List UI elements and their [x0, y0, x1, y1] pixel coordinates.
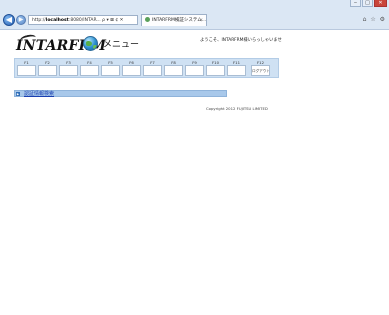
- globe-icon: [83, 36, 98, 51]
- page-title: メニュー: [103, 40, 140, 50]
- fkey-button[interactable]: [227, 65, 246, 76]
- fkey-f1: F1: [17, 60, 36, 77]
- section-header: ▶ 認証情報検索: [14, 90, 227, 97]
- fkey-button[interactable]: [80, 65, 99, 76]
- fkey-button[interactable]: [17, 65, 36, 76]
- section-arrow-icon: ▶: [16, 92, 20, 96]
- fkey-f3: F3: [59, 60, 78, 77]
- tab-close-icon[interactable]: ×: [199, 15, 203, 26]
- fkey-button[interactable]: [143, 65, 162, 76]
- forward-button[interactable]: ▶: [16, 15, 26, 25]
- logout-button[interactable]: ログアウト: [251, 65, 270, 76]
- function-key-bar: F1 F2 F3 F4 F5 F6 F7 F8 F9 F10 F11 F12 ログアウト: [14, 58, 279, 78]
- address-bar[interactable]: http://localhost:8080/INTAR... ρ ▾ ⊠ ¢ ✕: [28, 15, 138, 25]
- fkey-f11: F11: [227, 60, 246, 77]
- fkey-button[interactable]: [59, 65, 78, 76]
- fkey-f7: F7: [143, 60, 162, 77]
- browser-chrome: ‒ □ ✕ ◀ ▶ http://localhost:8080/INTAR...…: [0, 0, 389, 30]
- fkey-f2: F2: [38, 60, 57, 77]
- fkey-button[interactable]: [101, 65, 120, 76]
- fkey-f9: F9: [185, 60, 204, 77]
- address-path: :8080/INTAR... ρ ▾ ⊠ ¢ ✕: [68, 18, 124, 23]
- fkey-button[interactable]: [38, 65, 57, 76]
- tab-title: INTARFRM検証システム...: [152, 18, 207, 23]
- welcome-message: ようこそ、INTARFRM様いらっしゃいませ: [200, 38, 282, 43]
- fkey-f12: F12 ログアウト: [251, 60, 270, 77]
- close-window-button[interactable]: ✕: [374, 0, 387, 7]
- back-button[interactable]: ◀: [3, 14, 15, 26]
- address-scheme: http://: [32, 18, 46, 23]
- browser-tab[interactable]: INTARFRM検証システム... ×: [141, 14, 207, 26]
- window-controls: ‒ □ ✕: [349, 0, 387, 7]
- fkey-f8: F8: [164, 60, 183, 77]
- fkey-f6: F6: [122, 60, 141, 77]
- auth-search-link[interactable]: 認証情報検索: [24, 91, 54, 97]
- fkey-f10: F10: [206, 60, 225, 77]
- copyright-text: Copyright 2012 FUJITSU LIMITED: [206, 106, 268, 111]
- fkey-button[interactable]: [122, 65, 141, 76]
- fkey-button[interactable]: [185, 65, 204, 76]
- fkey-f5: F5: [101, 60, 120, 77]
- fkey-button[interactable]: [164, 65, 183, 76]
- maximize-button[interactable]: □: [362, 0, 373, 7]
- minimize-button[interactable]: ‒: [350, 0, 361, 7]
- page-favicon-icon: [145, 17, 150, 22]
- browser-toolbar-icons[interactable]: ⌂ ☆ ⚙: [363, 16, 386, 23]
- fkey-button[interactable]: [206, 65, 225, 76]
- fkey-f4: F4: [80, 60, 99, 77]
- address-host: localhost: [45, 18, 69, 23]
